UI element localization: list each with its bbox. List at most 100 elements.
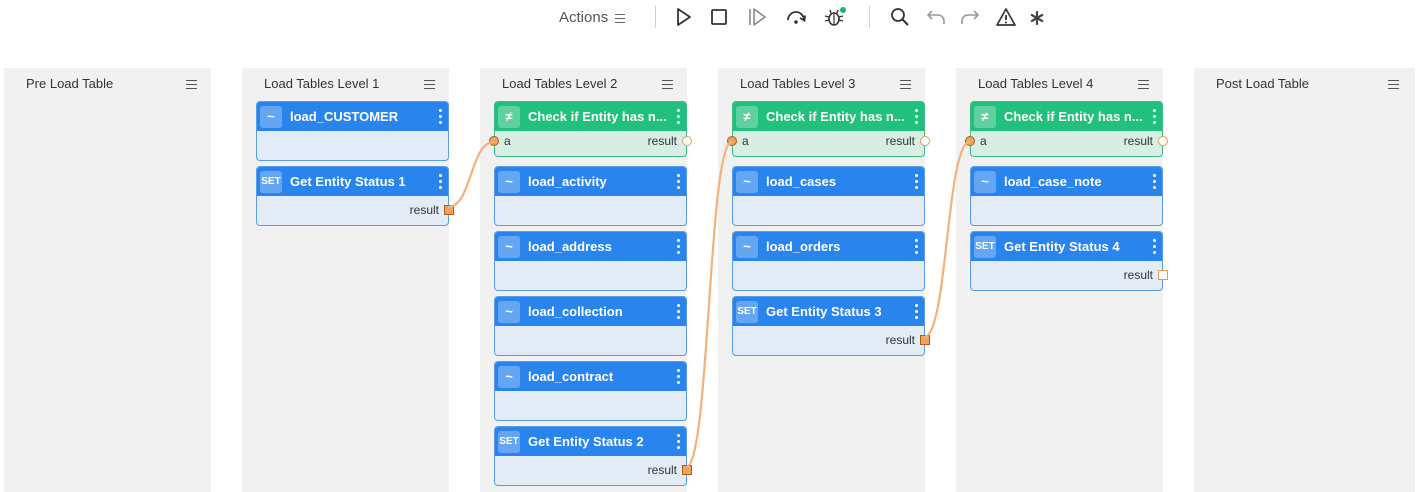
card-header[interactable]: SET Get Entity Status 1 [257,167,448,196]
column-menu-icon[interactable] [1138,80,1149,90]
card-menu-icon[interactable] [914,109,918,124]
card-body [495,196,686,225]
card-menu-icon[interactable] [438,174,442,189]
card-title: load_activity [528,174,607,189]
card-title: load_collection [528,304,623,319]
task-card-get-entity-status-1[interactable]: SET Get Entity Status 1 result [256,166,454,226]
input-port[interactable] [727,136,737,146]
task-card-load-customer[interactable]: ~ load_CUSTOMER [256,101,449,161]
set-variable-icon: SET [260,170,282,193]
card-header[interactable]: ~ load_cases [733,167,924,196]
output-port[interactable] [920,335,930,345]
task-card-get-entity-status-4[interactable]: SET Get Entity Status 4 result [970,231,1168,291]
output-port-label: result [885,134,915,148]
output-port[interactable] [682,136,692,146]
warnings-button[interactable] [994,5,1018,29]
card-menu-icon[interactable] [914,174,918,189]
asterisk-button[interactable] [1025,5,1049,29]
card-header[interactable]: ~ load_contract [495,362,686,391]
card-header[interactable]: SET Get Entity Status 2 [495,427,686,456]
card-menu-icon[interactable] [676,239,680,254]
output-port[interactable] [1158,136,1168,146]
task-card-get-entity-status-2[interactable]: SET Get Entity Status 2 result [494,426,692,486]
card-body: result [971,261,1168,290]
task-type-icon: ~ [498,170,520,193]
search-icon [891,8,909,26]
task-type-icon: ~ [498,365,520,388]
output-port[interactable] [444,205,454,215]
card-menu-icon[interactable] [676,434,680,449]
task-card-load-activity[interactable]: ~ load_activity [494,166,687,226]
redo-button[interactable] [958,5,982,29]
toolbar: Actions [0,0,1419,36]
task-type-icon: ~ [260,105,282,128]
task-type-icon: ~ [498,235,520,258]
step-over-button[interactable] [784,5,808,29]
column-header: Load Tables Level 2 [480,68,687,98]
task-card-load-contract[interactable]: ~ load_contract [494,361,687,421]
card-menu-icon[interactable] [676,174,680,189]
column-title: Pre Load Table [26,76,114,91]
column-menu-icon[interactable] [424,80,435,90]
column-pre-load-table[interactable]: Pre Load Table [4,68,211,492]
card-menu-icon[interactable] [1152,239,1156,254]
column-load-tables-level-3[interactable]: Load Tables Level 3 ≠ Check if Entity ha… [718,68,930,492]
card-header[interactable]: ~ load_orders [733,232,924,261]
card-header[interactable]: SET Get Entity Status 4 [971,232,1162,261]
card-menu-icon[interactable] [914,304,918,319]
card-menu-icon[interactable] [1152,174,1156,189]
column-menu-icon[interactable] [900,80,911,90]
card-title: load_contract [528,369,614,384]
output-port[interactable] [920,136,930,146]
card-menu-icon[interactable] [676,109,680,124]
card-header[interactable]: ≠ Check if Entity has n... [733,102,924,131]
output-port[interactable] [1158,270,1168,280]
task-card-get-entity-status-3[interactable]: SET Get Entity Status 3 result [732,296,930,356]
task-card-load-orders[interactable]: ~ load_orders [732,231,925,291]
card-menu-icon[interactable] [438,109,442,124]
column-menu-icon[interactable] [186,80,197,90]
condition-card-check-entity-2[interactable]: ≠ Check if Entity has n... a result [489,101,692,157]
card-menu-icon[interactable] [676,304,680,319]
column-load-tables-level-1[interactable]: Load Tables Level 1 ~ load_CUSTOMER SET … [242,68,454,492]
stop-button[interactable] [707,5,731,29]
search-button[interactable] [888,5,912,29]
step-button[interactable] [745,5,769,29]
task-card-load-cases[interactable]: ~ load_cases [732,166,925,226]
card-menu-icon[interactable] [914,239,918,254]
column-header: Load Tables Level 3 [718,68,925,98]
input-port[interactable] [965,136,975,146]
output-port[interactable] [682,465,692,475]
task-card-load-case-note[interactable]: ~ load_case_note [970,166,1163,226]
column-load-tables-level-2[interactable]: Load Tables Level 2 ≠ Check if Entity ha… [480,68,692,492]
condition-card-check-entity-3[interactable]: ≠ Check if Entity has n... a result [727,101,930,157]
debug-active-indicator [840,7,846,13]
column-menu-icon[interactable] [662,80,673,90]
input-port[interactable] [489,136,499,146]
card-body [733,261,924,290]
column-load-tables-level-4[interactable]: Load Tables Level 4 ≠ Check if Entity ha… [956,68,1168,492]
card-header[interactable]: ~ load_CUSTOMER [257,102,448,131]
actions-menu-button[interactable]: Actions [559,9,626,26]
step-icon [749,8,766,26]
card-header[interactable]: ~ load_case_note [971,167,1162,196]
task-card-load-collection[interactable]: ~ load_collection [494,296,687,356]
condition-card-check-entity-4[interactable]: ≠ Check if Entity has n... a result [965,101,1168,157]
run-button[interactable] [671,5,695,29]
column-title: Load Tables Level 1 [264,76,380,91]
column-post-load-table[interactable]: Post Load Table [1194,68,1415,492]
column-title: Load Tables Level 2 [502,76,618,91]
card-header[interactable]: ~ load_collection [495,297,686,326]
set-variable-icon: SET [974,235,996,258]
card-header[interactable]: ~ load_activity [495,167,686,196]
undo-button[interactable] [924,5,948,29]
card-header[interactable]: ≠ Check if Entity has n... [971,102,1162,131]
card-header[interactable]: ~ load_address [495,232,686,261]
task-card-load-address[interactable]: ~ load_address [494,231,687,291]
column-menu-icon[interactable] [1388,80,1399,90]
debug-button[interactable] [822,5,846,29]
card-header[interactable]: SET Get Entity Status 3 [733,297,924,326]
card-header[interactable]: ≠ Check if Entity has n... [495,102,686,131]
card-menu-icon[interactable] [676,369,680,384]
card-menu-icon[interactable] [1152,109,1156,124]
